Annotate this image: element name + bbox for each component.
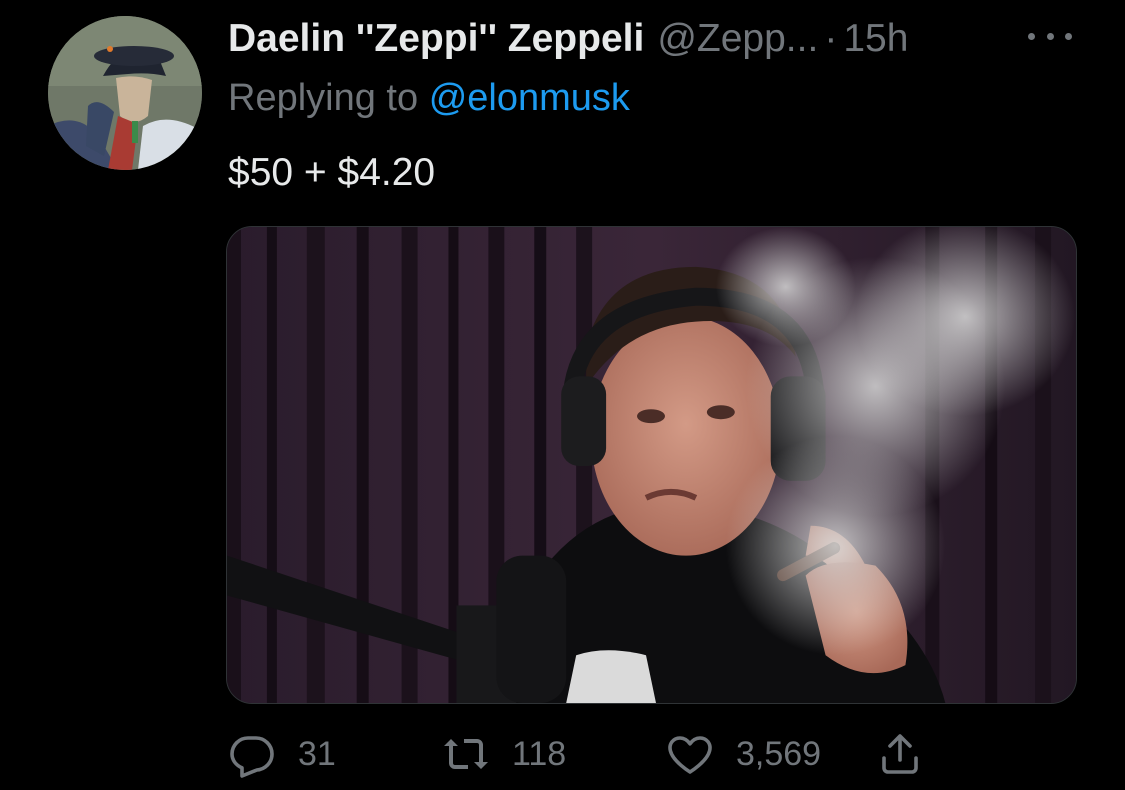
author-display-name[interactable]: Daelin ''Zeppi'' Zeppeli (228, 14, 644, 64)
retweet-count: 118 (512, 734, 567, 773)
share-icon (882, 734, 918, 774)
replying-to-prefix: Replying to (228, 77, 419, 119)
replying-to-line: Replying to @elonmusk (228, 74, 630, 122)
more-horizontal-icon[interactable] (1028, 22, 1072, 50)
more-dot (1046, 32, 1054, 40)
tweet-text: $50 + $4.20 (228, 151, 436, 194)
reply-icon (230, 736, 274, 778)
author-handle[interactable]: @Zepp... (657, 14, 818, 64)
avatar[interactable] (48, 16, 202, 170)
retweet-button[interactable]: 118 (442, 724, 566, 784)
avatar-image (48, 16, 202, 170)
tweet-timestamp[interactable]: 15h (843, 14, 908, 64)
like-count: 3,569 (736, 734, 822, 773)
more-dot (1028, 32, 1035, 40)
tweet-actions: 31 118 3,569 (228, 724, 948, 784)
replying-to-mention[interactable]: @elonmusk (429, 77, 630, 119)
photo-podcast-smoking-man (227, 227, 1076, 703)
share-button[interactable] (876, 724, 924, 784)
reply-button[interactable]: 31 (228, 724, 336, 784)
heart-icon (668, 736, 712, 774)
separator-dot: · (824, 17, 838, 60)
tweet-media-photo[interactable] (226, 226, 1077, 704)
retweet-icon (444, 739, 488, 769)
reply-count: 31 (298, 734, 336, 773)
like-button[interactable]: 3,569 (666, 724, 821, 784)
tweet-header: Daelin ''Zeppi'' Zeppeli @Zepp... · 15h (228, 14, 908, 64)
more-dot (1065, 32, 1072, 40)
